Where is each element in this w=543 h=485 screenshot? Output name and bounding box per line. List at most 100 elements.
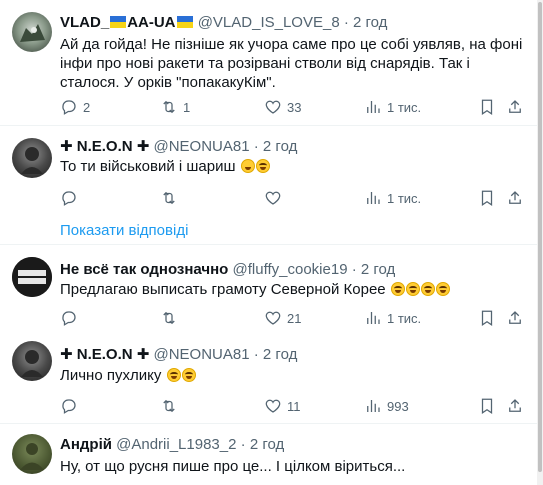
share-button[interactable] [506, 97, 524, 117]
share-button[interactable] [506, 308, 524, 328]
author-name[interactable]: Не всё так однозначно [60, 261, 228, 278]
salute-emoji-icon [240, 159, 255, 173]
author-name[interactable]: ✚ N.E.O.N ✚ [60, 138, 149, 155]
share-button[interactable] [506, 396, 524, 416]
reply-button[interactable]: 2 [60, 97, 90, 117]
author-handle[interactable]: @fluffy_cookie19 [233, 261, 348, 278]
post-text: Ну, от що русня пише про це... І цілком … [60, 458, 406, 475]
reply-icon [62, 311, 76, 326]
bookmark-button[interactable] [478, 97, 496, 117]
views-icon [367, 312, 380, 324]
scrollbar-thumb[interactable] [538, 2, 542, 472]
reply-icon [62, 399, 76, 414]
rofl-emoji-icon [390, 282, 405, 296]
rofl-emoji-icon [405, 282, 420, 296]
author-name[interactable]: VLAD_ AA-UA [60, 14, 194, 31]
post-text: Ай да гойда! Не пізніше як учора саме пр… [60, 36, 523, 91]
avatar[interactable] [12, 434, 52, 474]
bookmark-button[interactable] [478, 308, 496, 328]
repost-icon [163, 191, 175, 205]
author-name[interactable]: Андрій [60, 436, 112, 453]
reply-post-3[interactable]: Не всё так однозначно @fluffy_cookie19 ·… [0, 245, 537, 336]
repost-icon [163, 311, 175, 325]
author-name[interactable]: ✚ N.E.O.N ✚ [60, 346, 149, 363]
repost-button[interactable] [160, 396, 178, 416]
author-handle[interactable]: @NEONUA81 [153, 138, 249, 155]
dot-separator: · [240, 436, 246, 453]
heart-icon [265, 191, 281, 205]
show-replies-link[interactable]: Показати відповіді [60, 222, 188, 239]
reply-post-1[interactable]: VLAD_ AA-UA @VLAD_IS_LOVE_8 · 2 год Ай да… [0, 0, 537, 125]
post-time[interactable]: 2 год [263, 138, 297, 155]
bookmark-button[interactable] [478, 396, 496, 416]
views-button[interactable]: 993 [364, 396, 409, 416]
author-handle[interactable]: @VLAD_IS_LOVE_8 [198, 14, 340, 31]
repost-count: 1 [183, 99, 191, 115]
views-button[interactable]: 1 тис. [364, 188, 421, 208]
views-count: 1 тис. [387, 310, 422, 326]
like-button[interactable]: 33 [264, 97, 301, 117]
author-handle[interactable]: @Andrii_L1983_2 [116, 436, 236, 453]
like-button[interactable]: 11 [264, 396, 301, 416]
heart-icon [265, 311, 281, 325]
like-count: 33 [287, 99, 302, 115]
heart-icon [265, 100, 281, 114]
bookmark-button[interactable] [478, 188, 496, 208]
repost-button[interactable] [160, 188, 178, 208]
share-icon [509, 311, 521, 324]
like-count: 11 [287, 398, 301, 414]
avatar[interactable] [12, 257, 52, 297]
like-button[interactable] [264, 188, 282, 208]
dot-separator: · [343, 14, 349, 31]
share-icon [509, 399, 521, 412]
reply-post-4[interactable]: ✚ N.E.O.N ✚ @NEONUA81 · 2 год Лично пухл… [0, 336, 537, 423]
views-count: 993 [387, 398, 409, 414]
avatar[interactable] [12, 12, 52, 52]
rofl-emoji-icon [420, 282, 435, 296]
avatar[interactable] [12, 138, 52, 178]
heart-icon [265, 399, 281, 413]
views-icon [367, 192, 380, 204]
dot-separator: · [351, 261, 357, 278]
post-text: То ти військовий і шариш [60, 157, 528, 176]
reply-button[interactable] [60, 188, 78, 208]
repost-button[interactable]: 1 [160, 97, 190, 117]
author-handle[interactable]: @NEONUA81 [153, 346, 249, 363]
reply-button[interactable] [60, 308, 78, 328]
reply-post-5[interactable]: Андрій @Andrii_L1983_2 · 2 год Ну, от що… [0, 424, 537, 485]
ukraine-flag-icon [110, 16, 127, 28]
views-button[interactable]: 1 тис. [364, 308, 421, 328]
avatar-image [21, 350, 43, 377]
avatar[interactable] [12, 341, 52, 381]
post-time[interactable]: 2 год [353, 14, 387, 31]
reply-post-2[interactable]: ✚ N.E.O.N ✚ @NEONUA81 · 2 год То ти війс… [0, 126, 537, 244]
post-text: Предлагаю выписать грамоту Северной Коре… [60, 280, 528, 299]
post-time[interactable]: 2 год [250, 436, 284, 453]
repost-icon [163, 399, 175, 413]
post-text-content: Предлагаю выписать грамоту Северной Коре… [60, 281, 386, 298]
reply-count: 2 [83, 99, 91, 115]
share-button[interactable] [506, 188, 524, 208]
repost-button[interactable] [160, 308, 178, 328]
reply-icon [62, 191, 76, 206]
avatar-image [20, 443, 44, 470]
reply-button[interactable] [60, 396, 78, 416]
repost-icon [163, 100, 175, 114]
share-icon [509, 191, 521, 204]
post-time[interactable]: 2 год [361, 261, 395, 278]
post-text-content: То ти військовий і шариш [60, 158, 236, 175]
like-count: 21 [287, 310, 302, 326]
bookmark-icon [481, 398, 493, 414]
reply-icon [62, 100, 76, 115]
dot-separator: · [253, 346, 259, 363]
views-button[interactable]: 1 тис. [364, 97, 421, 117]
post-time[interactable]: 2 год [263, 346, 297, 363]
avatar-image [20, 24, 45, 42]
avatar-image [21, 147, 43, 174]
bookmark-icon [481, 99, 493, 115]
like-button[interactable]: 21 [264, 308, 301, 328]
post-text-content: Лично пухлику [60, 367, 162, 384]
dot-separator: · [253, 138, 259, 155]
post-text: Лично пухлику [60, 366, 528, 385]
avatar-image [12, 257, 52, 297]
